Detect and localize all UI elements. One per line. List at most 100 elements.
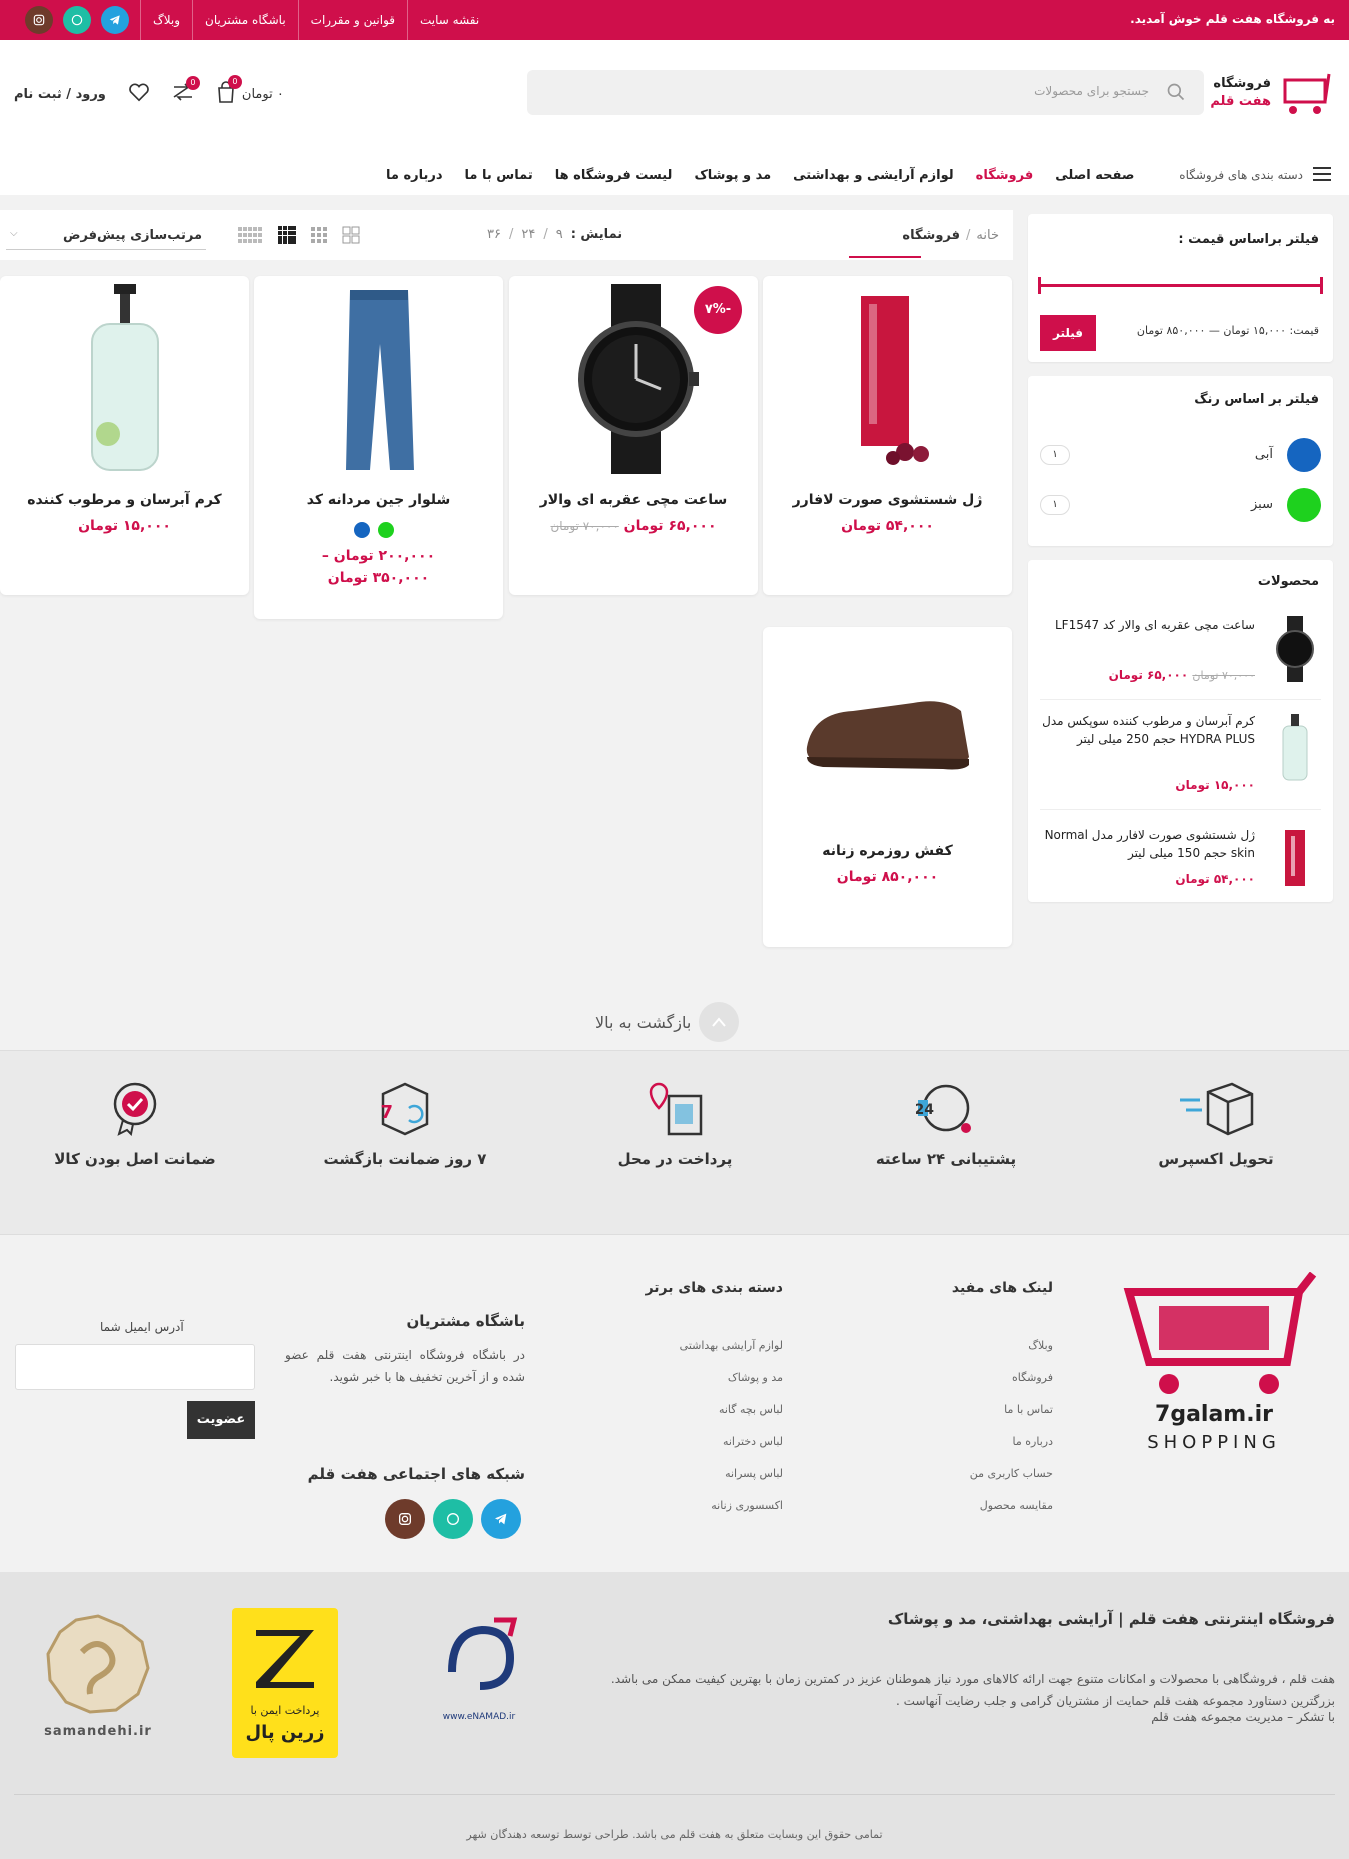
grid-3-icon[interactable] <box>310 226 328 244</box>
footer-link[interactable]: درباره ما <box>1013 1435 1053 1448</box>
nav-home[interactable]: صفحه اصلی <box>1055 168 1134 183</box>
menu-icon <box>1313 166 1331 184</box>
svg-text:24: 24 <box>916 1102 934 1118</box>
header-actions: ۰ تومان 0 0 ورود / ثبت نام <box>14 75 284 108</box>
categories-menu[interactable]: دسته بندی های فروشگاه <box>1179 166 1331 184</box>
search-input[interactable]: جستجو برای محصولات <box>527 70 1204 115</box>
nav-cosmetics[interactable]: لوازم آرایشی و بهداشتی <box>793 168 954 183</box>
breadcrumb-home[interactable]: خانه <box>976 228 999 243</box>
recent-products-title: محصولات <box>1257 574 1319 589</box>
whatsapp-icon[interactable] <box>433 1499 473 1539</box>
nav-contact[interactable]: تماس با ما <box>465 168 533 183</box>
grid-4-icon[interactable] <box>278 226 296 244</box>
price-slider[interactable] <box>1038 284 1323 287</box>
product-title[interactable]: ژل شستشوی صورت لافارر <box>763 492 1012 508</box>
cart-button[interactable]: ۰ تومان 0 <box>216 75 284 107</box>
product-image-jeans[interactable] <box>314 284 444 474</box>
search-icon[interactable] <box>1166 82 1186 106</box>
categories-label: دسته بندی های فروشگاه <box>1179 168 1303 182</box>
cart-icon: 0 <box>216 75 242 107</box>
zarinpal-badge[interactable]: پرداخت ایمن با زرین پال <box>232 1608 338 1758</box>
back-to-top[interactable]: بازگشت به بالا <box>595 1002 740 1042</box>
enamad-url: www.eNAMAD.ir <box>442 1712 516 1722</box>
footer-link[interactable]: لوازم آرایشی بهداشتی <box>680 1339 783 1352</box>
product-image-cream[interactable] <box>60 284 190 474</box>
nav-about[interactable]: درباره ما <box>386 168 443 183</box>
sidebar-product[interactable]: ساعت مچی عقربه ای والار کد LF1547 ۷۰,۰۰۰… <box>1040 614 1321 700</box>
footer-link[interactable]: لباس پسرانه <box>725 1467 783 1480</box>
telegram-icon[interactable] <box>481 1499 521 1539</box>
swatch-green[interactable] <box>378 522 394 538</box>
color-option-green[interactable]: سبز ۱ <box>1040 488 1321 522</box>
product-image-face-gel[interactable] <box>813 284 963 474</box>
color-option-blue[interactable]: آبی ۱ <box>1040 438 1321 472</box>
wishlist-icon[interactable] <box>128 82 150 106</box>
header: فروشگاه هفت قلم جستجو برای محصولات ۰ توم… <box>0 40 1349 195</box>
product-new-price: ۶۵,۰۰۰ تومان <box>623 518 717 534</box>
product-title[interactable]: کفش روزمره زنانه <box>763 843 1012 859</box>
whatsapp-icon[interactable] <box>63 6 91 34</box>
shop-toolbar: خانه / فروشگاه نمایش : ۹ / ۲۴ / ۳۶ مرتب‌… <box>0 210 1013 260</box>
product-card[interactable]: کفش روزمره زنانه ۸۵۰,۰۰۰ تومان <box>763 627 1012 947</box>
nav-shop[interactable]: فروشگاه <box>976 168 1034 183</box>
instagram-icon[interactable] <box>25 6 53 34</box>
footer-link[interactable]: وبلاگ <box>1028 1339 1053 1352</box>
top-link-sitemap[interactable]: نقشه سایت <box>407 0 491 40</box>
footer-link[interactable]: اکسسوری زنانه <box>711 1499 783 1512</box>
top-link-blog[interactable]: وبلاگ <box>140 0 192 40</box>
product-title[interactable]: کرم آبرسان و مرطوب کننده <box>0 492 249 508</box>
price-slider-handle-max[interactable] <box>1038 277 1041 294</box>
top-links: نقشه سایت قوانین و مقررات باشگاه مشتریان… <box>14 0 491 40</box>
samandehi-badge[interactable]: samandehi.ir <box>38 1612 158 1752</box>
grid-2-icon[interactable] <box>342 226 360 244</box>
login-link[interactable]: ورود / ثبت نام <box>14 87 106 102</box>
footer-link[interactable]: مقایسه محصول <box>980 1499 1053 1512</box>
footer-link[interactable]: لباس بچه گانه <box>719 1403 783 1416</box>
per-page-24[interactable]: ۲۴ <box>521 227 535 242</box>
delivery-box-icon <box>1180 1082 1254 1136</box>
footer-link[interactable]: لباس دخترانه <box>723 1435 783 1448</box>
product-swatches <box>354 522 394 538</box>
footer-link[interactable]: فروشگاه <box>1012 1371 1053 1384</box>
product-title[interactable]: شلوار جین مردانه کد <box>254 492 503 508</box>
footer-link[interactable]: مد و پوشاک <box>728 1371 783 1384</box>
feature-label: تحویل اکسپرس <box>1158 1150 1274 1168</box>
swatch-blue[interactable] <box>354 522 370 538</box>
subscribe-button[interactable]: عضویت <box>187 1401 255 1439</box>
compare-icon[interactable]: 0 <box>172 76 200 106</box>
grid-5-icon[interactable] <box>238 226 264 244</box>
product-image-shoe[interactable] <box>793 667 983 797</box>
instagram-icon[interactable] <box>385 1499 425 1539</box>
nav-fashion[interactable]: مد و پوشاک <box>694 168 771 183</box>
telegram-icon[interactable] <box>101 6 129 34</box>
footer-link[interactable]: حساب کاربری من <box>970 1467 1053 1480</box>
sort-select[interactable]: مرتب‌سازی پیش‌فرض ⌵ <box>6 222 206 250</box>
footer-link[interactable]: تماس با ما <box>1004 1403 1053 1416</box>
nav-stores[interactable]: لیست فروشگاه ها <box>555 168 673 183</box>
footer-logo[interactable]: 7galam.ir SHOPPING <box>1109 1271 1319 1462</box>
sidebar-product[interactable]: کرم آبرسان و مرطوب کننده سوپکس مدل HYDRA… <box>1040 710 1321 810</box>
return-box-icon: 7 <box>380 1082 429 1136</box>
color-filter-title: فیلتر بر اساس رنگ <box>1194 392 1319 407</box>
per-page: نمایش : ۹ / ۲۴ / ۳۶ <box>487 227 623 242</box>
filter-button[interactable]: فیلتر <box>1040 315 1096 351</box>
per-page-36[interactable]: ۳۶ <box>487 227 501 242</box>
product-title[interactable]: ساعت مچی عقربه ای والار <box>509 492 758 508</box>
compare-badge: 0 <box>185 76 200 90</box>
enamad-logo-icon <box>448 1617 518 1690</box>
top-link-club[interactable]: باشگاه مشتریان <box>192 0 298 40</box>
price-slider-handle-min[interactable] <box>1320 277 1323 294</box>
product-card[interactable]: شلوار جین مردانه کد ۲۰۰,۰۰۰ تومان – ۳۵۰,… <box>254 276 503 619</box>
per-page-9[interactable]: ۹ <box>556 227 563 242</box>
email-input[interactable] <box>15 1344 255 1390</box>
product-image-watch[interactable] <box>549 284 719 474</box>
product-card[interactable]: ژل شستشوی صورت لافارر ۵۴,۰۰۰ تومان <box>763 276 1012 595</box>
samandehi-url: samandehi.ir <box>44 1724 152 1739</box>
product-card[interactable]: کرم آبرسان و مرطوب کننده ۱۵,۰۰۰ تومان <box>0 276 249 595</box>
sidebar-product[interactable]: ژل شستشوی صورت لافارر مدل Normal skin حج… <box>1040 824 1321 894</box>
top-link-rules[interactable]: قوانین و مقررات <box>297 0 407 40</box>
main-nav: دسته بندی های فروشگاه صفحه اصلی فروشگاه … <box>380 160 1331 190</box>
quality-badge-icon <box>113 1082 157 1137</box>
enamad-badge[interactable]: www.eNAMAD.ir <box>432 1612 526 1752</box>
product-card[interactable]: -۷% ساعت مچی عقربه ای والار ۶۵,۰۰۰ تومان… <box>509 276 758 595</box>
